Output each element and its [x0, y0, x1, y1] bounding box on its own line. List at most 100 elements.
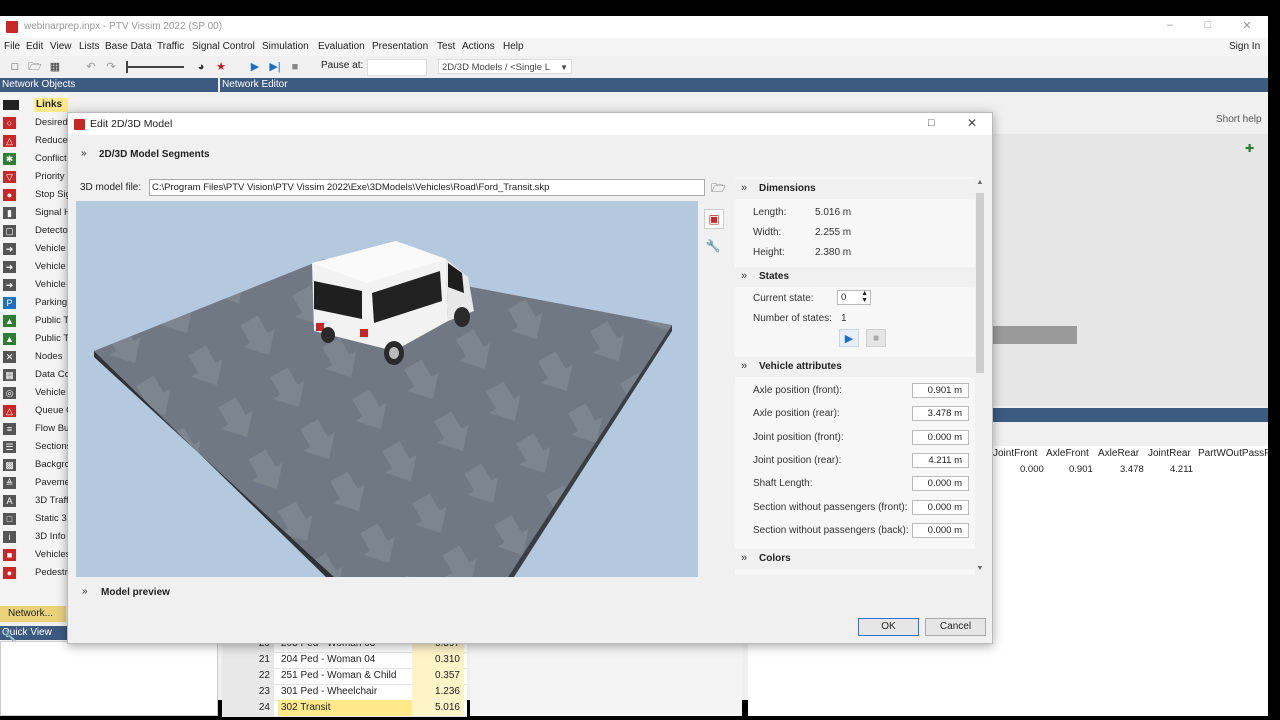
minimize-icon[interactable]: –	[1160, 19, 1180, 31]
sign-in-link[interactable]: Sign In	[1229, 41, 1260, 52]
menu-actions[interactable]: Actions	[462, 41, 495, 52]
cancel-button[interactable]: Cancel	[925, 618, 986, 636]
dialog-close-icon[interactable]: ✕	[967, 116, 977, 130]
dialog-maximize-icon[interactable]: □	[928, 117, 935, 129]
slider-handle[interactable]	[126, 61, 128, 73]
favorite-star-icon[interactable]: ★	[214, 60, 228, 74]
col-axle-front[interactable]: AxleFront	[1046, 448, 1089, 459]
model-file-input[interactable]: C:\Program Files\PTV Vision\PTV Vissim 2…	[149, 179, 705, 196]
menu-help[interactable]: Help	[503, 41, 524, 52]
table-row[interactable]: 21 204 Ped - Woman 04 0.310	[222, 652, 467, 669]
scroll-down-icon[interactable]: ▼	[975, 565, 985, 572]
dimensions-header[interactable]: » Dimensions	[735, 179, 975, 199]
axle-rear-input[interactable]: 3.478 m	[912, 406, 969, 421]
stop-icon[interactable]: ■	[288, 60, 302, 74]
scrollbar-thumb[interactable]	[976, 193, 984, 373]
object-item[interactable]: ◎ Vehicle	[0, 384, 68, 402]
object-item[interactable]: ● Stop Sig	[0, 186, 68, 204]
object-item[interactable]: ✱ Conflict	[0, 150, 68, 168]
model-preview-viewport[interactable]	[76, 201, 698, 577]
new-file-icon[interactable]: □	[8, 60, 22, 74]
play-states-button[interactable]: ▶	[839, 329, 859, 347]
network-tab[interactable]: Network...	[0, 606, 66, 622]
axle-front-input[interactable]: 0.901 m	[912, 383, 969, 398]
step-icon[interactable]: ▶|	[268, 60, 282, 74]
joint-front-input[interactable]: 0.000 m	[912, 430, 969, 445]
save-icon[interactable]: ▦	[48, 60, 62, 74]
object-item[interactable]: ➜ Vehicle	[0, 276, 68, 294]
colors-header[interactable]: » Colors	[735, 549, 975, 569]
maximize-icon[interactable]: □	[1198, 19, 1218, 31]
table-row[interactable]: 24 302 Transit 5.016	[222, 700, 467, 717]
short-help-label[interactable]: Short help	[1216, 114, 1262, 125]
object-item[interactable]: ▲ Public T	[0, 330, 68, 348]
collapse-icon[interactable]: »	[82, 586, 88, 597]
menu-base-data[interactable]: Base Data	[105, 41, 152, 52]
link-segment[interactable]	[993, 326, 1077, 344]
menu-edit[interactable]: Edit	[26, 41, 43, 52]
menu-presentation[interactable]: Presentation	[372, 41, 428, 52]
object-item[interactable]: △ Reduce	[0, 132, 68, 150]
menu-traffic[interactable]: Traffic	[157, 41, 184, 52]
links-label[interactable]: Links	[34, 98, 68, 112]
col-part-without-pass-front[interactable]: PartWOutPassF	[1198, 448, 1270, 459]
object-item[interactable]: ≡ Flow Bu	[0, 420, 68, 438]
menu-evaluation[interactable]: Evaluation	[318, 41, 365, 52]
menu-lists[interactable]: Lists	[79, 41, 100, 52]
table-row[interactable]: 23 301 Ped - Wheelchair 1.236	[222, 684, 467, 701]
menu-test[interactable]: Test	[437, 41, 455, 52]
cell-axle-front[interactable]: 0.901	[1069, 464, 1093, 475]
object-item[interactable]: ✕ Nodes	[0, 348, 68, 366]
col-joint-front[interactable]: JointFront	[993, 448, 1037, 459]
object-item[interactable]: ● Pedestr	[0, 564, 68, 582]
object-item[interactable]: P Parking	[0, 294, 68, 312]
table-row[interactable]: 22 251 Ped - Woman & Child 0.357	[222, 668, 467, 685]
object-item[interactable]: ☰ Sections	[0, 438, 68, 456]
pause-at-input[interactable]	[367, 59, 427, 76]
menu-simulation[interactable]: Simulation	[262, 41, 309, 52]
simulation-speed-slider[interactable]	[126, 66, 184, 68]
play-icon[interactable]: ▶	[248, 60, 262, 74]
list-selector-dropdown[interactable]: 2D/3D Models / <Single L ▼	[438, 59, 572, 74]
object-item[interactable]: ▢ Detecto	[0, 222, 68, 240]
cell-joint-rear[interactable]: 4.211	[1170, 464, 1193, 475]
object-item[interactable]: ▦ Data Co	[0, 366, 68, 384]
vehicle-attributes-header[interactable]: » Vehicle attributes	[735, 357, 975, 377]
section-back-input[interactable]: 0.000 m	[912, 523, 969, 538]
spinner-arrows-icon[interactable]: ▲ ▼	[861, 290, 868, 304]
redo-icon[interactable]: ↷	[104, 60, 118, 74]
scroll-up-icon[interactable]: ▲	[975, 179, 985, 186]
joint-rear-input[interactable]: 4.211 m	[912, 453, 969, 468]
camera-tool-icon[interactable]: 🔧	[704, 237, 722, 255]
speed-dial-icon[interactable]: ◕	[194, 60, 208, 74]
object-item[interactable]: ○ Desired	[0, 114, 68, 132]
browse-folder-icon[interactable]: 🗁	[711, 179, 727, 195]
stop-states-button[interactable]: ■	[866, 329, 886, 347]
object-item[interactable]: △ Queue C	[0, 402, 68, 420]
object-item[interactable]: ■ Vehicles	[0, 546, 68, 564]
object-item[interactable]: □ Static 3	[0, 510, 68, 528]
properties-scrollbar[interactable]: ▲ ▼	[975, 179, 985, 575]
links-row[interactable]	[0, 98, 34, 112]
ok-button[interactable]: OK	[858, 618, 919, 636]
object-item[interactable]: ▽ Priority	[0, 168, 68, 186]
undo-icon[interactable]: ↶	[84, 60, 98, 74]
object-item[interactable]: ➜ Vehicle	[0, 258, 68, 276]
shaft-length-input[interactable]: 0.000 m	[912, 476, 969, 491]
current-state-spinner[interactable]: 0 ▲ ▼	[837, 290, 871, 305]
menu-view[interactable]: View	[50, 41, 72, 52]
cell-axle-rear[interactable]: 3.478	[1120, 464, 1144, 475]
col-axle-rear[interactable]: AxleRear	[1098, 448, 1139, 459]
menu-signal-control[interactable]: Signal Control	[192, 41, 255, 52]
network-editor-canvas[interactable]: ✚	[993, 134, 1268, 406]
object-item[interactable]: A 3D Traff	[0, 492, 68, 510]
menu-file[interactable]: File	[4, 41, 20, 52]
object-item[interactable]: ▲ Public T	[0, 312, 68, 330]
col-joint-rear[interactable]: JointRear	[1148, 448, 1191, 459]
close-icon[interactable]: ✕	[1237, 19, 1257, 32]
object-item[interactable]: ≜ Paveme	[0, 474, 68, 492]
object-item[interactable]: i 3D Info	[0, 528, 68, 546]
object-item[interactable]: ➜ Vehicle	[0, 240, 68, 258]
object-item[interactable]: ▩ Backgro	[0, 456, 68, 474]
fit-view-icon[interactable]: ▣	[704, 209, 724, 229]
